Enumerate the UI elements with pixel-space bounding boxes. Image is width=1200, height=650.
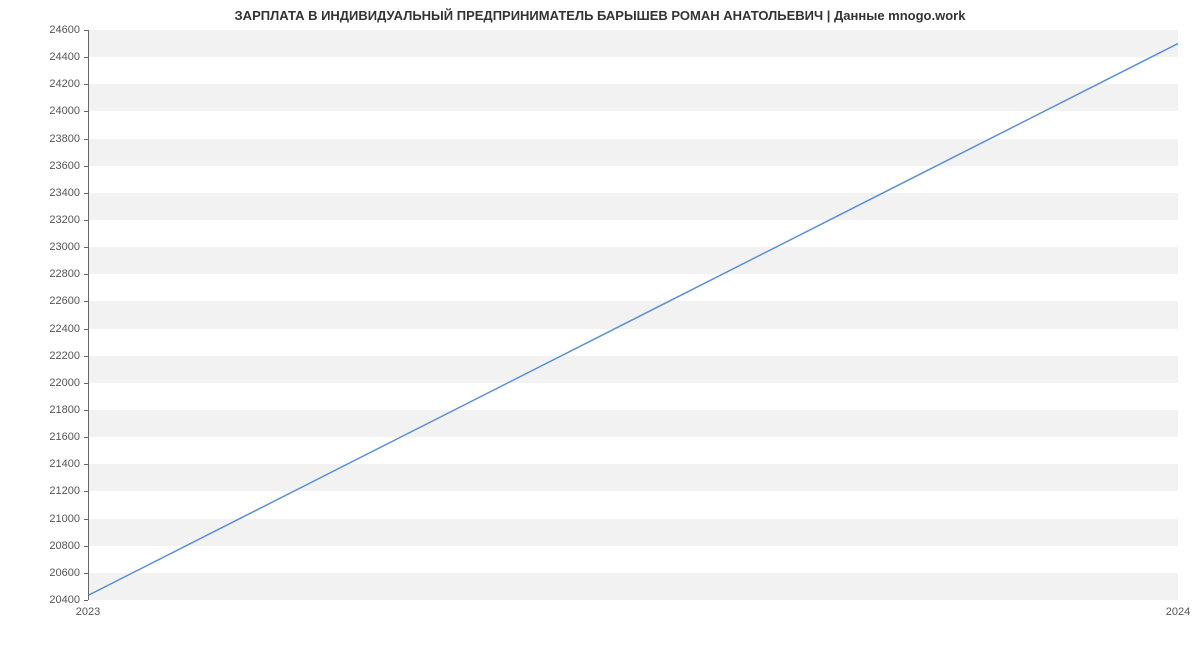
x-tick-label: 2024 [1166, 606, 1190, 618]
y-tick-label: 21600 [0, 431, 80, 443]
series-line [89, 44, 1178, 595]
y-tick-label: 23600 [0, 160, 80, 172]
y-tick-label: 20400 [0, 594, 80, 606]
y-tick-label: 24200 [0, 78, 80, 90]
y-tick-label: 20800 [0, 540, 80, 552]
y-tick-label: 20600 [0, 567, 80, 579]
y-tick-label: 22600 [0, 295, 80, 307]
y-tick-label: 23800 [0, 133, 80, 145]
y-tick-label: 23000 [0, 241, 80, 253]
y-tick-label: 22200 [0, 350, 80, 362]
y-tick-label: 21000 [0, 513, 80, 525]
chart-title: ЗАРПЛАТА В ИНДИВИДУАЛЬНЫЙ ПРЕДПРИНИМАТЕЛ… [0, 8, 1200, 23]
y-tick-label: 22400 [0, 323, 80, 335]
x-tick-label: 2023 [76, 606, 100, 618]
y-tick-label: 23200 [0, 214, 80, 226]
y-tick-mark [84, 600, 88, 601]
y-tick-label: 22000 [0, 377, 80, 389]
salary-line-chart: ЗАРПЛАТА В ИНДИВИДУАЛЬНЫЙ ПРЕДПРИНИМАТЕЛ… [0, 0, 1200, 650]
y-tick-label: 24400 [0, 51, 80, 63]
y-tick-label: 22800 [0, 268, 80, 280]
line-series [89, 30, 1178, 599]
y-tick-label: 24000 [0, 105, 80, 117]
y-tick-label: 21400 [0, 458, 80, 470]
y-tick-label: 23400 [0, 187, 80, 199]
y-tick-label: 21800 [0, 404, 80, 416]
plot-area [88, 30, 1178, 600]
y-tick-label: 24600 [0, 24, 80, 36]
y-tick-label: 21200 [0, 485, 80, 497]
